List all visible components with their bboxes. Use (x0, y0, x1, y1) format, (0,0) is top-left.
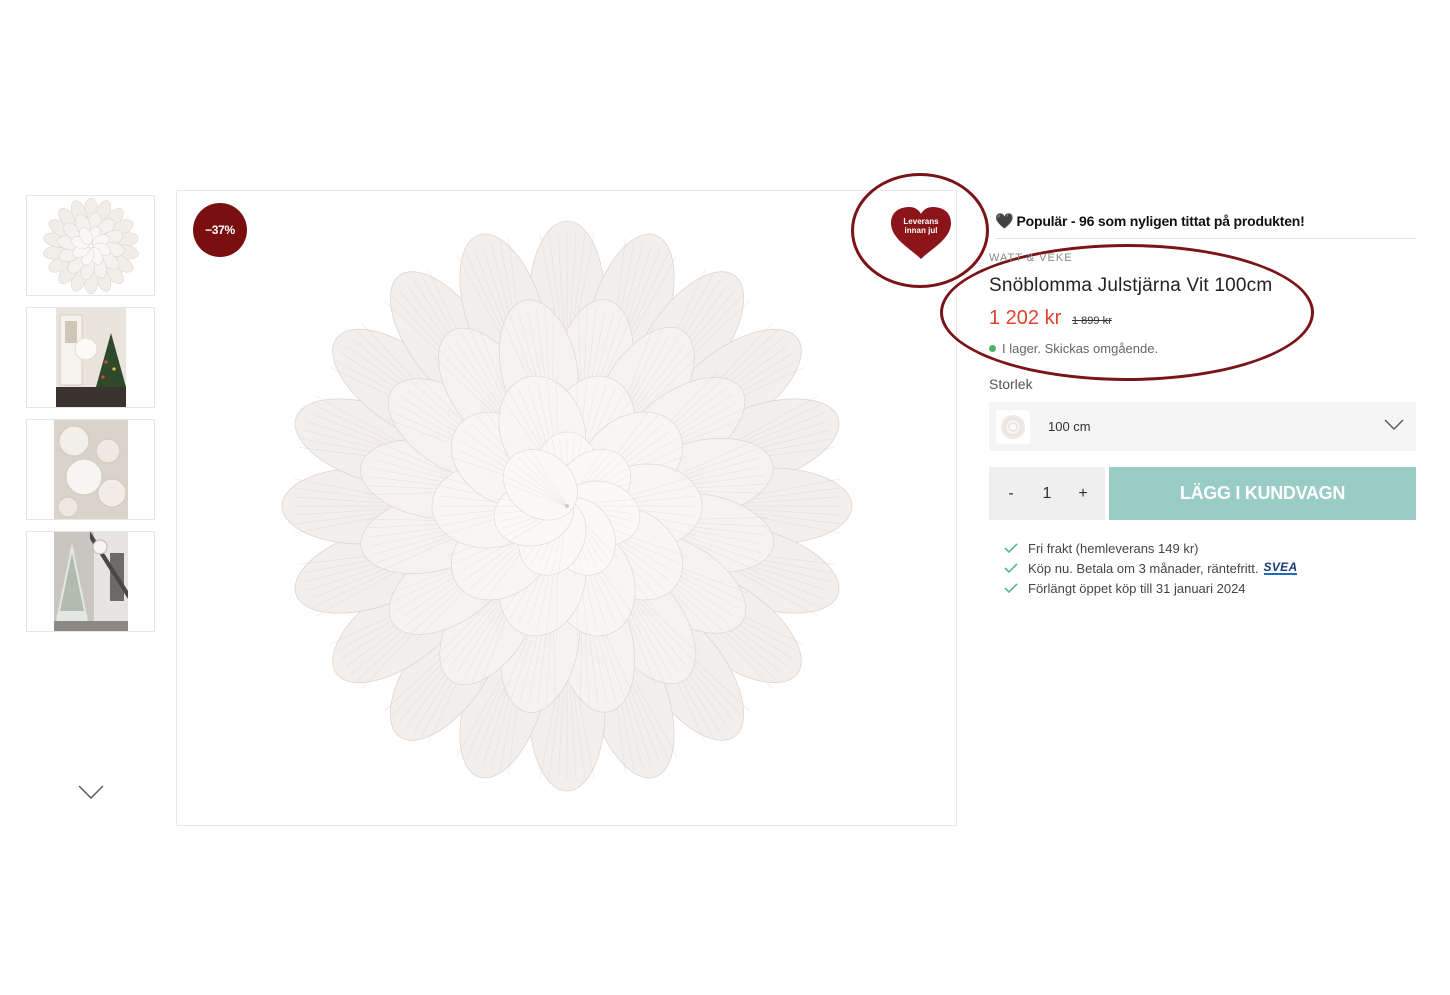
black-heart-icon: 🖤 (995, 213, 1014, 230)
flower-star-thumb-image (42, 197, 139, 294)
quantity-decrease-button[interactable]: - (1003, 485, 1019, 503)
flower-swatch-icon (1001, 414, 1025, 439)
stock-status: I lager. Skickas omgående. (989, 341, 1158, 356)
usp-list: Fri frakt (hemleverans 149 kr) Köp nu. B… (1004, 538, 1298, 598)
size-select[interactable]: 100 cm (989, 402, 1416, 451)
popularity-notice: 🖤 Populär - 96 som nyligen tittat på prod… (995, 212, 1416, 239)
usp-item: Förlängt öppet köp till 31 januari 2024 (1004, 578, 1297, 598)
thumbnail-1[interactable] (26, 195, 155, 296)
usp-item: Köp nu. Betala om 3 månader, räntefritt.… (1004, 558, 1298, 578)
quantity-stepper: - 1 + (989, 467, 1105, 520)
usp-text: Fri frakt (hemleverans 149 kr) (1028, 540, 1199, 556)
brand-name[interactable]: WATT & VEKE (989, 252, 1073, 264)
staircase-tree-thumb-image (53, 532, 128, 631)
current-price: 1 202 kr (989, 307, 1062, 329)
svea-logo: SVEA (1263, 560, 1298, 575)
delivery-badge-line1: Leverans (903, 217, 939, 226)
quantity-value[interactable]: 1 (1043, 485, 1052, 503)
in-stock-dot-icon (989, 345, 996, 352)
add-to-cart-button[interactable]: LÄGG I KUNDVAGN (1109, 467, 1416, 520)
popularity-text: Populär - 96 som nyligen tittat på produ… (1016, 213, 1305, 229)
size-swatch-image (996, 409, 1030, 444)
delivery-before-christmas-badge: Leverans innan jul (889, 205, 953, 261)
product-title: Snöblomma Julstjärna Vit 100cm (989, 275, 1273, 296)
hallway-tree-thumb-image (55, 308, 126, 407)
stock-text: I lager. Skickas omgående. (1002, 341, 1159, 356)
thumbnail-4[interactable] (26, 531, 155, 632)
delivery-badge-line2: innan jul (904, 226, 938, 235)
check-icon (1004, 563, 1020, 573)
thumbnail-3[interactable] (26, 419, 155, 520)
check-icon (1004, 543, 1020, 553)
size-value: 100 cm (1048, 419, 1091, 434)
chevron-down-icon (1384, 419, 1404, 430)
paper-star-flower-image (281, 220, 853, 792)
check-icon (1004, 583, 1020, 593)
discount-badge: −37% (193, 203, 247, 257)
chevron-down-icon[interactable] (78, 784, 104, 800)
size-label: Storlek (989, 376, 1033, 392)
stars-cluster-thumb-image (53, 420, 128, 519)
main-product-image[interactable]: −37% Leverans innan jul (176, 190, 957, 826)
original-price: 1 899 kr (1072, 315, 1112, 327)
quantity-increase-button[interactable]: + (1075, 485, 1091, 503)
usp-text: Köp nu. Betala om 3 månader, räntefritt. (1028, 560, 1259, 576)
usp-text: Förlängt öppet köp till 31 januari 2024 (1028, 580, 1246, 596)
usp-item: Fri frakt (hemleverans 149 kr) (1004, 538, 1297, 558)
thumbnail-2[interactable] (26, 307, 155, 408)
